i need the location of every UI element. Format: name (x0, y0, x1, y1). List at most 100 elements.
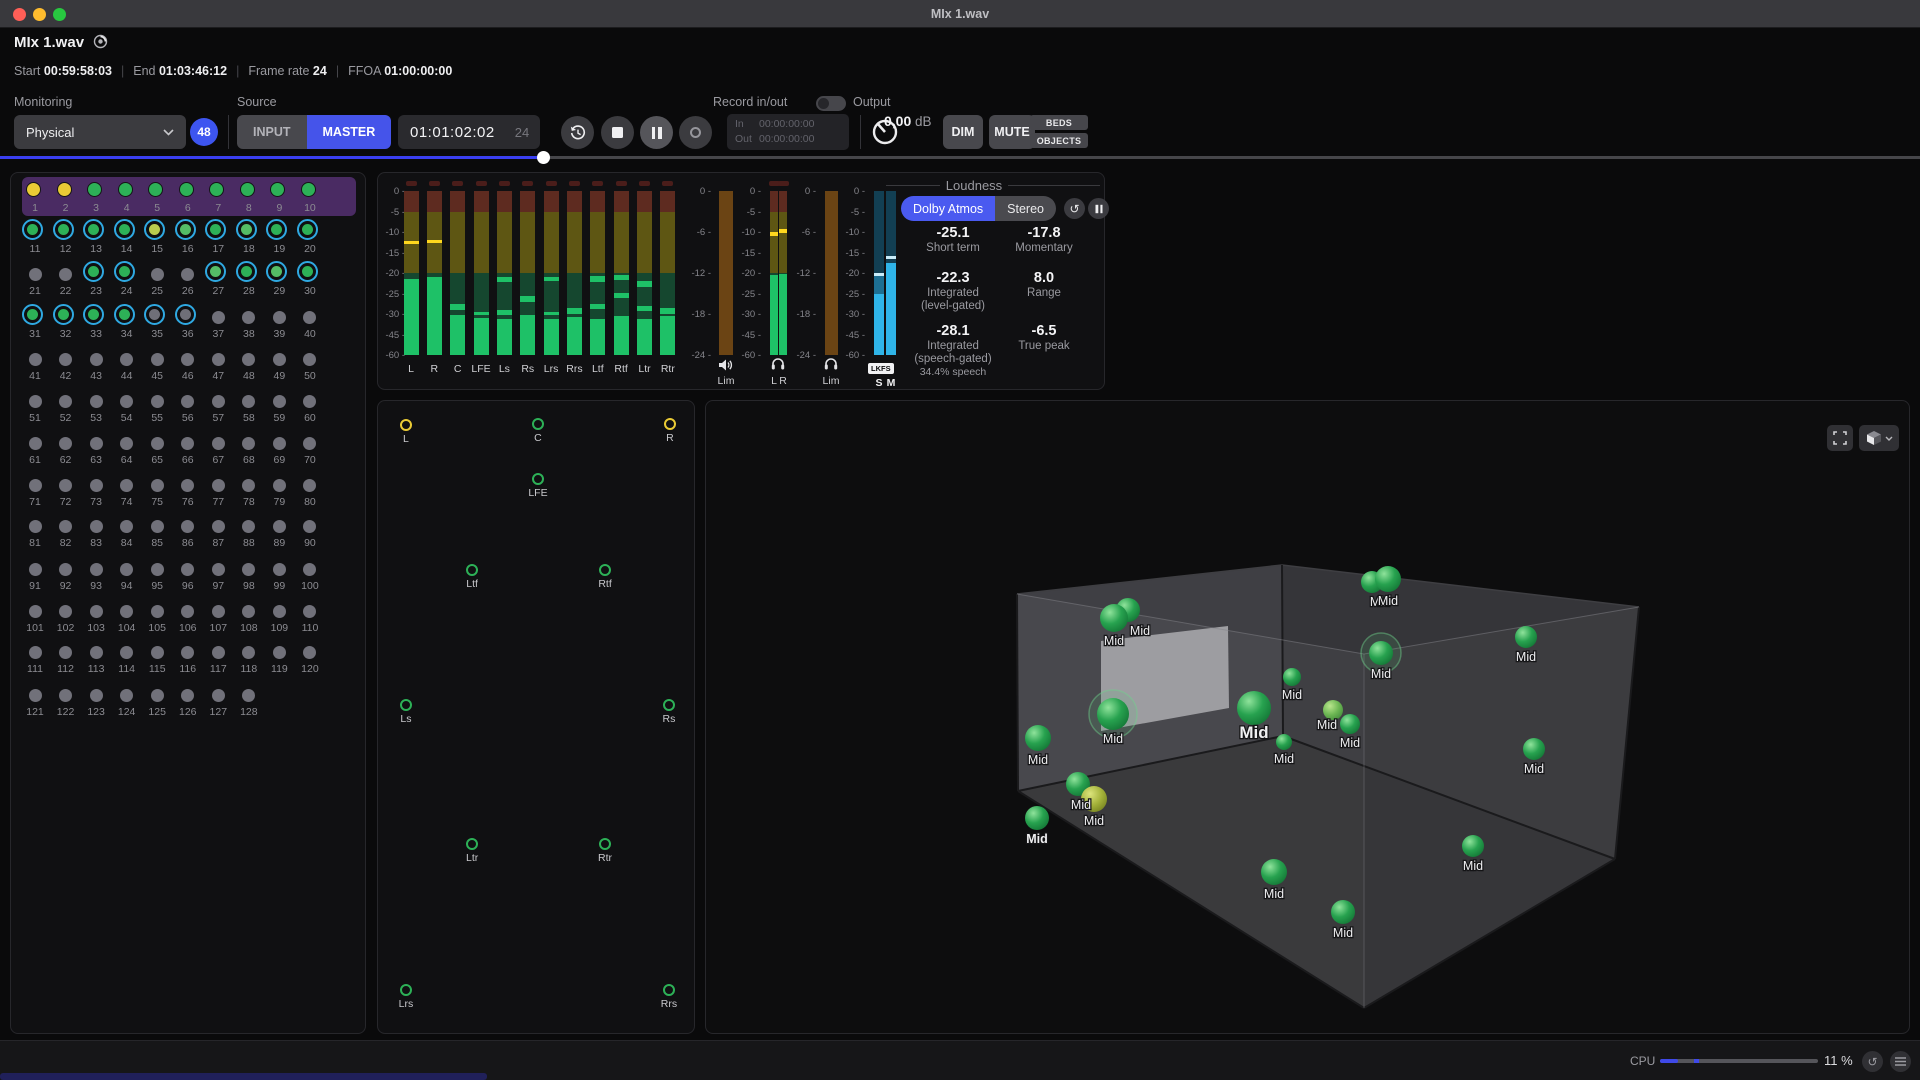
channel-indicator (242, 437, 255, 450)
meters-loudness-panel: 0 --5 --10 --15 --20 --25 --30 --45 --60… (377, 172, 1105, 390)
meter-scale-tick: 0 - (371, 186, 405, 197)
clip-led (499, 181, 510, 186)
meter-scale-tick: -12 - (782, 268, 816, 279)
cpu-meter-peak-tick (1694, 1059, 1699, 1063)
channel-number: 125 (142, 706, 172, 718)
channel-number: 63 (81, 454, 111, 466)
timecode-display[interactable]: 01:01:02:02 24 (398, 115, 540, 149)
channel-number: 43 (81, 370, 111, 382)
channel-indicator (114, 219, 135, 240)
channel-indicator (303, 353, 316, 366)
channel-indicator (59, 353, 72, 366)
objects-button[interactable]: OBJECTS (1030, 133, 1088, 148)
timecode-value: 01:01:02:02 (410, 124, 495, 141)
channel-number: 113 (81, 663, 111, 675)
clip-led (639, 181, 650, 186)
channel-number: 32 (51, 328, 81, 340)
channel-indicator (22, 219, 43, 240)
timeline-knob[interactable] (537, 151, 550, 164)
record-out-value: 00:00:00:00 (759, 133, 814, 145)
stop-button[interactable] (601, 116, 634, 149)
channel-indicator (273, 479, 286, 492)
channel-indicator (29, 646, 42, 659)
sample-rate-badge: 48 (190, 118, 218, 146)
channel-indicator (181, 437, 194, 450)
record-inout-times[interactable]: In00:00:00:00 Out00:00:00:00 (727, 114, 849, 150)
toggle-knob (818, 98, 829, 109)
channel-number: 37 (203, 328, 233, 340)
channel-number: 95 (142, 580, 172, 592)
audio-object-label: Mid (1028, 753, 1048, 767)
timeline-progress (0, 156, 543, 159)
loudness-reset-button[interactable]: ↺ (1064, 198, 1085, 219)
record-in-value: 00:00:00:00 (759, 118, 814, 130)
fullscreen-icon (1833, 431, 1847, 445)
channel-indicator (273, 646, 286, 659)
info-frame-rate: 24 (313, 64, 327, 78)
dolby-atmos-renderer-window: MIx 1.wav MIx 1.wav Start 00:59:58:03|En… (0, 0, 1920, 1080)
record-button[interactable] (679, 116, 712, 149)
channel-number: 114 (112, 663, 142, 675)
channel-number: 90 (295, 537, 325, 549)
channel-number: 108 (234, 622, 264, 634)
channel-number: 94 (112, 580, 142, 592)
channel-number: 8 (234, 202, 264, 214)
loudness-tab-stereo[interactable]: Stereo (995, 196, 1056, 221)
loudness-tab-dolby-atmos[interactable]: Dolby Atmos (901, 196, 995, 221)
channel-number: 15 (142, 243, 172, 255)
channel-indicator (236, 261, 257, 282)
loudness-pause-button[interactable] (1088, 198, 1109, 219)
channel-number: 119 (264, 663, 294, 675)
channel-indicator (212, 689, 225, 702)
channel-indicator (29, 479, 42, 492)
meter-scale-tick: -45 - (831, 330, 865, 341)
cpu-reset-button[interactable]: ↺ (1862, 1051, 1883, 1072)
return-to-start-button[interactable] (561, 116, 594, 149)
channel-indicator (242, 646, 255, 659)
channel-indicator (120, 479, 133, 492)
clip-led (452, 181, 463, 186)
level-meter (567, 191, 582, 355)
info-start: 00:59:58:03 (44, 64, 112, 78)
channel-indicator (118, 182, 133, 197)
channel-number: 117 (203, 663, 233, 675)
record-inout-toggle[interactable] (816, 96, 846, 111)
channel-indicator (59, 689, 72, 702)
audio-object (1283, 668, 1301, 686)
fullscreen-button[interactable] (1827, 425, 1853, 451)
channel-number: 111 (20, 663, 50, 675)
channel-number: 92 (51, 580, 81, 592)
source-input-button[interactable]: INPUT (237, 115, 307, 149)
channel-indicator (90, 479, 103, 492)
channel-indicator (212, 563, 225, 576)
titlebar: MIx 1.wav (0, 0, 1920, 28)
log-menu-button[interactable] (1890, 1051, 1911, 1072)
meter-scale-tick: -45 - (371, 330, 405, 341)
audio-object-label: Mid (1026, 832, 1048, 846)
session-info-row: Start 00:59:58:03|End 01:03:46:12|Frame … (14, 64, 452, 78)
pause-button[interactable] (640, 116, 673, 149)
dim-button[interactable]: DIM (943, 115, 983, 149)
divider (228, 115, 229, 149)
channel-indicator (273, 520, 286, 533)
channel-number: 40 (295, 328, 325, 340)
room-3d-panel: MidMidMidMidMidMidMidMidMidMidMidMidMidM… (705, 400, 1910, 1034)
monitoring-selected-value: Physical (26, 125, 74, 140)
channel-indicator (303, 479, 316, 492)
room-wall-front-right (1364, 607, 1639, 1008)
mute-button[interactable]: MUTE (989, 115, 1035, 149)
channel-number: 109 (264, 622, 294, 634)
channel-indicator (90, 646, 103, 659)
channel-indicator (175, 304, 196, 325)
input-channels-panel: 1234567891011121314151617181920212223242… (10, 172, 366, 1034)
channel-indicator (59, 437, 72, 450)
beds-button[interactable]: BEDS (1030, 115, 1088, 130)
meter-scale-tick: -18 - (782, 309, 816, 320)
monitoring-label: Monitoring (14, 95, 72, 109)
monitoring-select[interactable]: Physical (14, 115, 186, 149)
channel-indicator (297, 219, 318, 240)
source-master-button[interactable]: MASTER (307, 115, 392, 149)
cpu-meter-track (1660, 1059, 1818, 1063)
view-cube-button[interactable] (1859, 425, 1899, 451)
audio-object-label: Mid (1104, 634, 1124, 648)
